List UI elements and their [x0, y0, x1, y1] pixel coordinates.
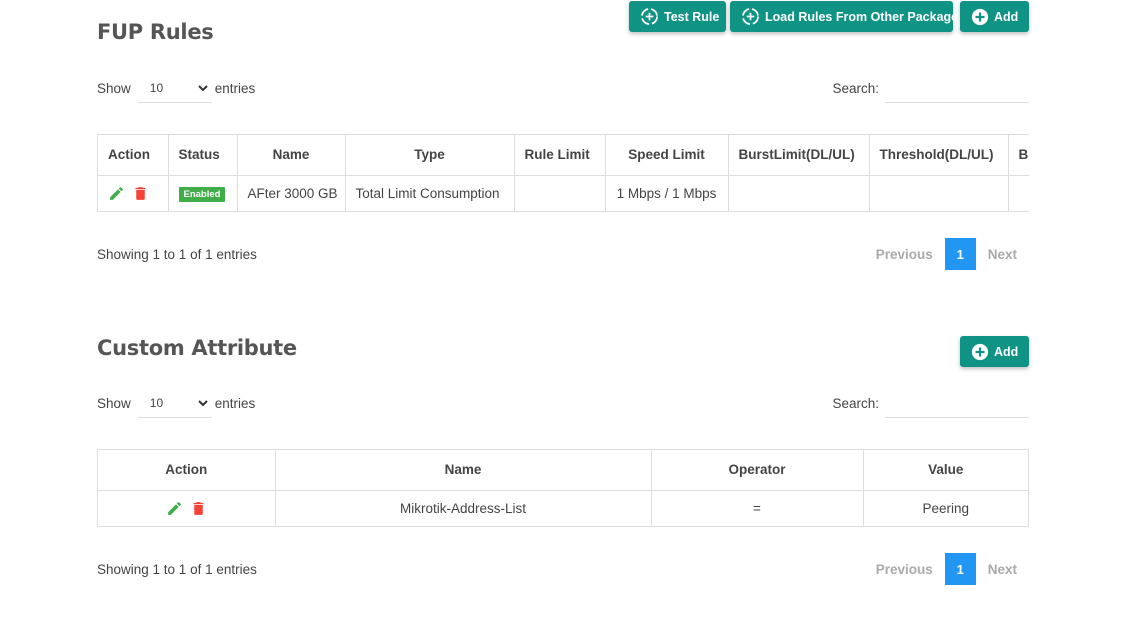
fup-search-input[interactable] — [885, 73, 1029, 103]
load-rules-button[interactable]: Load Rules From Other Package — [730, 1, 958, 32]
entries-value: 10 — [149, 80, 164, 95]
load-rules-label: Load Rules From Other Package — [765, 9, 959, 24]
previous-button[interactable]: Previous — [864, 562, 945, 577]
table-row: Mikrotik-Address-List = Peering — [98, 490, 1028, 526]
name-cell: AFter 3000 GB — [237, 175, 346, 211]
custom-entries-select[interactable]: 10 — [137, 388, 212, 418]
fup-header-row: Action Status Name Type Rule Limit Speed… — [98, 135, 1029, 176]
col-status[interactable]: Status — [168, 135, 238, 176]
custom-add-label: Add — [994, 344, 1019, 359]
custom-table-wrap: Action Name Operator Value Mikrotik-Addr… — [97, 449, 1029, 527]
refresh-plus-icon — [641, 8, 658, 25]
col-type[interactable]: Type — [345, 135, 515, 176]
custom-search-input[interactable] — [885, 388, 1029, 418]
col-speed-limit[interactable]: Speed Limit — [605, 135, 729, 176]
plus-circle-icon — [971, 343, 989, 360]
chevron-down-icon — [198, 399, 208, 406]
col-name[interactable]: Name — [275, 450, 652, 491]
pencil-icon[interactable] — [108, 185, 125, 202]
show-label: Show — [97, 80, 131, 96]
custom-add-button[interactable]: Add — [960, 336, 1029, 367]
type-cell: Total Limit Consumption — [345, 175, 515, 211]
value-cell: Peering — [922, 500, 970, 516]
next-button[interactable]: Next — [976, 562, 1029, 577]
refresh-plus-icon — [742, 8, 759, 25]
previous-button[interactable]: Previous — [864, 247, 945, 262]
col-action[interactable]: Action — [98, 450, 276, 491]
col-operator[interactable]: Operator — [651, 450, 864, 491]
fup-add-button[interactable]: Add — [960, 1, 1029, 32]
name-cell: Mikrotik-Address-List — [275, 490, 652, 526]
custom-table-info: Showing 1 to 1 of 1 entries — [97, 562, 257, 577]
search-label: Search: — [832, 395, 879, 411]
custom-search: Search: — [832, 388, 1029, 418]
burst-limit-cell — [728, 175, 870, 211]
fup-rules-section: FUP Rules Test Rule Load Rules From Othe… — [97, 0, 1029, 290]
col-action[interactable]: Action — [98, 135, 169, 176]
page-1-button[interactable]: 1 — [944, 238, 976, 270]
fup-entries-select[interactable]: 10 — [137, 73, 212, 103]
entries-label: entries — [214, 80, 256, 96]
fup-table-wrap: Action Status Name Type Rule Limit Speed… — [97, 134, 1029, 212]
show-label: Show — [97, 395, 131, 411]
next-button[interactable]: Next — [976, 247, 1029, 262]
trash-icon[interactable] — [190, 500, 207, 517]
test-rule-label: Test Rule — [664, 9, 720, 24]
entries-value: 10 — [149, 395, 164, 410]
fup-rules-title: FUP Rules — [97, 20, 214, 44]
col-burst-extra[interactable]: Bu — [1008, 135, 1029, 176]
custom-attribute-section: Custom Attribute Add Show 10 entries Sea… — [97, 335, 1029, 625]
col-burst-limit[interactable]: BurstLimit(DL/UL) — [728, 135, 870, 176]
plus-circle-icon — [971, 8, 989, 25]
col-name[interactable]: Name — [237, 135, 346, 176]
col-threshold[interactable]: Threshold(DL/UL) — [869, 135, 1009, 176]
entries-label: entries — [214, 395, 256, 411]
threshold-cell — [869, 175, 1009, 211]
status-badge: Enabled — [178, 186, 226, 202]
operator-cell: = — [651, 490, 864, 526]
custom-table: Action Name Operator Value Mikrotik-Addr… — [98, 450, 1028, 526]
speed-limit-cell: 1 Mbps / 1 Mbps — [605, 175, 729, 211]
trash-icon[interactable] — [132, 185, 149, 202]
chevron-down-icon — [198, 84, 208, 91]
custom-header-row: Action Name Operator Value — [98, 450, 1028, 491]
extra-cell — [1008, 175, 1029, 211]
col-rule-limit[interactable]: Rule Limit — [514, 135, 606, 176]
rule-limit-cell — [514, 175, 606, 211]
fup-pagination: Previous 1 Next — [864, 238, 1029, 270]
custom-length-control: Show 10 entries — [97, 388, 255, 418]
pencil-icon[interactable] — [166, 500, 183, 517]
status-cell: Enabled — [168, 175, 238, 211]
fup-table-info: Showing 1 to 1 of 1 entries — [97, 247, 257, 262]
custom-pagination: Previous 1 Next — [864, 553, 1029, 585]
page-1-button[interactable]: 1 — [944, 553, 976, 585]
fup-length-control: Show 10 entries — [97, 73, 255, 103]
action-cell — [98, 490, 276, 526]
action-cell — [98, 175, 169, 211]
custom-attribute-title: Custom Attribute — [97, 336, 297, 360]
test-rule-button[interactable]: Test Rule — [629, 1, 726, 32]
col-value[interactable]: Value — [863, 450, 1028, 491]
fup-add-label: Add — [994, 9, 1019, 24]
search-label: Search: — [832, 80, 879, 96]
fup-search: Search: — [832, 73, 1029, 103]
table-row: Enabled AFter 3000 GB Total Limit Consum… — [98, 175, 1029, 211]
fup-table: Action Status Name Type Rule Limit Speed… — [98, 135, 1029, 211]
